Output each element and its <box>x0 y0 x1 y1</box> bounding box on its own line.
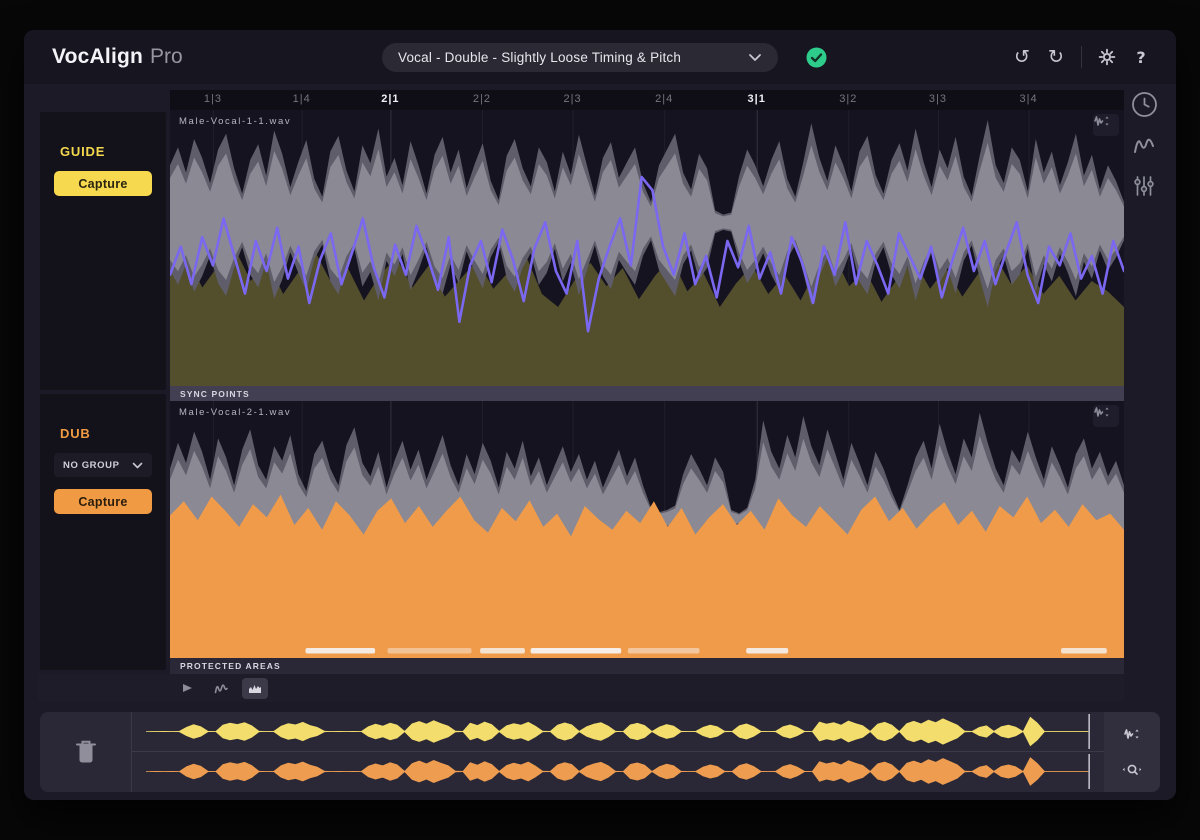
guide-section: GUIDE Capture <box>40 112 166 390</box>
guide-fit-zoom-button[interactable] <box>1093 114 1119 136</box>
redo-button[interactable]: ↻ <box>1039 40 1073 74</box>
guide-label: GUIDE <box>60 144 166 159</box>
play-wave-icon <box>180 681 194 695</box>
overview-zoom-tools <box>1104 712 1160 792</box>
ruler-tick: 2|4 <box>655 93 673 105</box>
ruler-tick: 3|3 <box>929 93 947 105</box>
waveform-fit-icon <box>1093 405 1111 419</box>
mode-energy-button[interactable] <box>242 678 268 699</box>
zoom-magnifier-icon <box>1121 763 1143 777</box>
dub-group-value: NO GROUP <box>63 460 132 471</box>
screen-background: VocAlign Pro Vocal - Double - Slightly L… <box>0 0 1200 840</box>
edit-mode-toolbar <box>38 674 1124 702</box>
protected-areas-label: PROTECTED AREAS <box>180 661 281 671</box>
horizontal-zoom-button[interactable] <box>1119 759 1145 781</box>
brand-name: VocAlign <box>52 45 143 69</box>
dub-label: DUB <box>60 426 166 441</box>
trash-icon <box>73 738 99 766</box>
settings-button[interactable] <box>1090 40 1124 74</box>
waveform-fit-icon <box>1123 727 1141 741</box>
pitch-curve-icon <box>213 681 229 695</box>
dub-section: DUB NO GROUP Capture <box>40 394 166 670</box>
preset-name: Vocal - Double - Slightly Loose Timing &… <box>398 50 748 65</box>
ruler-tick: 1|3 <box>204 93 222 105</box>
ruler-tick: 1|4 <box>293 93 311 105</box>
view-tools <box>1128 90 1160 200</box>
top-bar-actions: ↺ ↻ ? <box>1005 30 1158 84</box>
mode-pitch-button[interactable] <box>208 678 234 699</box>
vocalign-window: VocAlign Pro Vocal - Double - Slightly L… <box>24 30 1176 800</box>
overview-fit-button[interactable] <box>1119 723 1145 745</box>
app-logo: VocAlign Pro <box>52 30 183 84</box>
dub-group-dropdown[interactable]: NO GROUP <box>54 453 152 477</box>
gear-icon <box>1097 47 1117 67</box>
undo-button[interactable]: ↺ <box>1005 40 1039 74</box>
overview-guide-track[interactable] <box>132 712 1104 751</box>
dub-waveform-panel[interactable]: Male-Vocal-2-1.wav <box>170 401 1124 658</box>
pitch-curve-icon <box>1132 134 1156 156</box>
guide-file-name: Male-Vocal-1-1.wav <box>179 116 291 127</box>
brand-edition: Pro <box>150 45 183 69</box>
chevron-down-icon <box>748 53 762 62</box>
ruler-tick: 2|2 <box>473 93 491 105</box>
overview-bar <box>40 712 1160 792</box>
guide-waveform <box>170 110 1124 386</box>
ruler-tick: 3|2 <box>839 93 857 105</box>
energy-bars-icon <box>247 682 263 695</box>
dub-fit-zoom-button[interactable] <box>1093 405 1119 427</box>
preset-dropdown[interactable]: Vocal - Double - Slightly Loose Timing &… <box>382 43 778 72</box>
protected-areas-strip[interactable]: PROTECTED AREAS <box>170 658 1124 674</box>
guide-waveform-panel[interactable]: Male-Vocal-1-1.wav <box>170 110 1124 386</box>
pitch-view-button[interactable] <box>1130 131 1158 159</box>
sync-points-label: SYNC POINTS <box>180 389 250 399</box>
guide-capture-button[interactable]: Capture <box>54 171 152 196</box>
process-status-badge <box>806 47 827 68</box>
ruler-tick: 2|3 <box>564 93 582 105</box>
ruler-tick: 3|1 <box>748 93 766 105</box>
mode-playback-button[interactable] <box>174 678 200 699</box>
ruler-tick: 3|4 <box>1020 93 1038 105</box>
ruler-tick: 2|1 <box>381 93 399 105</box>
sync-points-strip[interactable]: SYNC POINTS <box>170 386 1124 401</box>
toolbar-divider <box>1081 46 1082 68</box>
settings-sliders-button[interactable] <box>1130 172 1158 200</box>
dub-waveform <box>170 401 1124 658</box>
dub-capture-button[interactable]: Capture <box>54 489 152 514</box>
help-button[interactable]: ? <box>1124 40 1158 74</box>
top-bar: VocAlign Pro Vocal - Double - Slightly L… <box>24 30 1176 84</box>
dub-file-name: Male-Vocal-2-1.wav <box>179 407 291 418</box>
waveform-fit-icon <box>1093 114 1111 128</box>
status-circle <box>807 48 827 68</box>
chevron-down-icon <box>132 462 143 469</box>
delete-capture-button[interactable] <box>40 712 132 792</box>
time-view-button[interactable] <box>1130 90 1158 118</box>
sliders-icon <box>1133 174 1155 198</box>
clock-icon <box>1131 91 1158 118</box>
overview-dub-track[interactable] <box>132 751 1104 790</box>
timeline-ruler[interactable]: 1|3 1|4 2|1 2|2 2|3 2|4 3|1 3|2 3|3 3|4 <box>170 90 1124 110</box>
overview-tracks <box>132 712 1104 792</box>
